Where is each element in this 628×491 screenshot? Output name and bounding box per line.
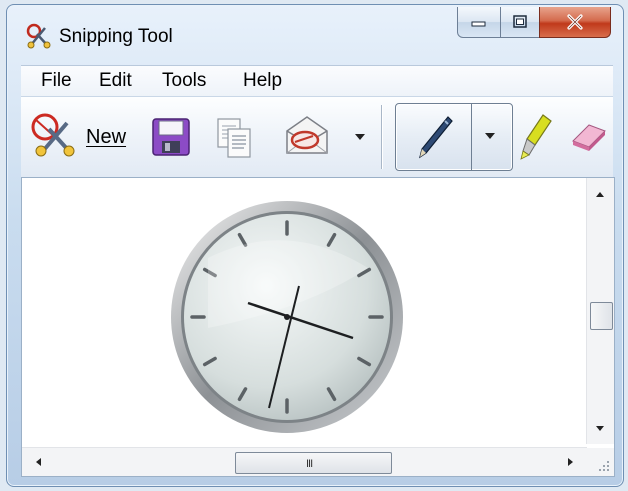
scroll-up-icon[interactable] — [596, 192, 604, 197]
save-icon[interactable] — [151, 117, 191, 157]
vertical-scroll-thumb[interactable] — [590, 302, 613, 330]
eraser-icon[interactable] — [569, 119, 609, 153]
menu-edit[interactable]: Edit — [99, 70, 132, 92]
title-bar[interactable]: Snipping Tool — [7, 5, 623, 55]
copy-icon[interactable] — [214, 117, 254, 159]
scroll-left-icon[interactable] — [36, 458, 41, 466]
pen-dropdown-icon[interactable] — [484, 132, 496, 140]
minimize-icon — [471, 21, 486, 27]
snipping-tool-window: Snipping Tool File Edit Tools Help New I… — [6, 4, 624, 487]
resize-grip-icon — [599, 461, 609, 471]
scissors-icon — [26, 23, 51, 49]
menu-bar: File Edit Tools Help — [21, 65, 613, 96]
highlighter-icon[interactable] — [517, 113, 553, 163]
close-button[interactable] — [539, 7, 611, 38]
maximize-icon — [513, 15, 527, 28]
vertical-scrollbar[interactable] — [586, 178, 614, 444]
menu-file[interactable]: File — [41, 70, 72, 92]
new-snip-button[interactable]: New — [29, 109, 137, 159]
window-title: Snipping Tool — [59, 26, 173, 47]
analog-clock-icon — [171, 201, 403, 433]
resize-grip[interactable] — [587, 448, 614, 476]
dropdown-icon[interactable] — [354, 133, 366, 141]
pen-icon — [419, 116, 453, 159]
scroll-down-icon[interactable] — [596, 426, 604, 431]
toolbar-separator — [381, 105, 383, 169]
scroll-right-icon[interactable] — [568, 458, 573, 466]
toolbar: New — [21, 96, 613, 178]
send-snip-icon[interactable] — [283, 113, 331, 157]
horizontal-scroll-thumb[interactable]: III — [235, 452, 392, 474]
pen-button[interactable] — [395, 103, 513, 171]
menu-tools[interactable]: Tools — [162, 70, 206, 92]
scissors-icon — [31, 113, 75, 157]
pen-split-divider — [471, 104, 472, 170]
close-icon — [567, 14, 583, 30]
horizontal-scrollbar[interactable]: III — [22, 447, 587, 476]
menu-help[interactable]: Help — [243, 70, 282, 92]
minimize-button[interactable] — [457, 7, 501, 38]
new-label: New — [86, 126, 127, 148]
snip-canvas: III — [21, 177, 615, 477]
scroll-grip: III — [306, 458, 313, 470]
maximize-button[interactable] — [500, 7, 540, 38]
